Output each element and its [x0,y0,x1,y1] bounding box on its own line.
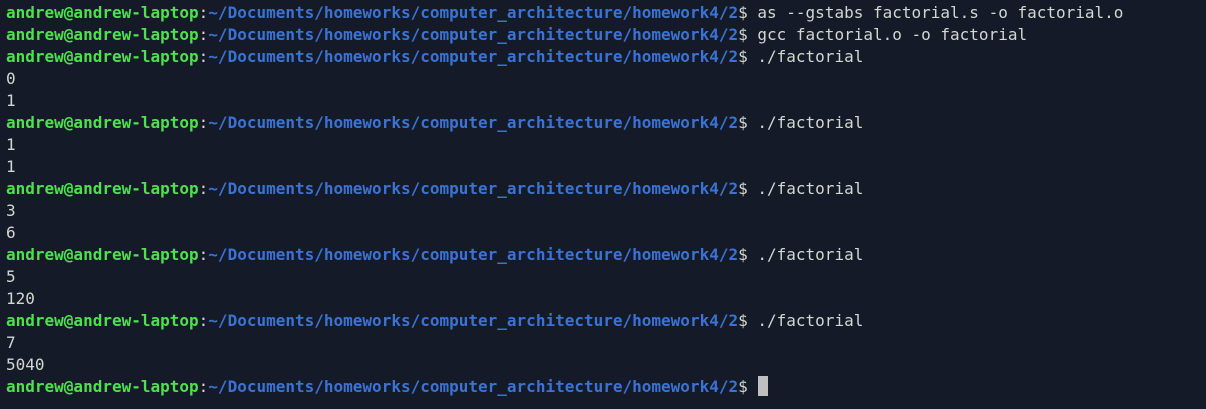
prompt-line: andrew@andrew-laptop:~/Documents/homewor… [6,376,1206,398]
terminal-window[interactable]: andrew@andrew-laptop:~/Documents/homewor… [0,0,1206,409]
prompt-path: ~/Documents/homeworks/computer_architect… [208,377,739,396]
prompt-separator: : [198,3,209,22]
prompt-separator: : [198,25,209,44]
prompt-user-host: andrew@andrew-laptop [6,179,199,198]
output-text: 5 [6,267,16,286]
output-text: 3 [6,201,16,220]
prompt-user-host: andrew@andrew-laptop [6,377,199,396]
prompt-dollar: $ [738,311,758,330]
output-line: 120 [6,288,1206,310]
prompt-separator: : [198,311,209,330]
command-text: ./factorial [757,113,864,132]
prompt-path: ~/Documents/homeworks/computer_architect… [208,113,739,132]
command-text: ./factorial [757,47,864,66]
prompt-line: andrew@andrew-laptop:~/Documents/homewor… [6,244,1206,266]
prompt-separator: : [198,377,209,396]
prompt-dollar: $ [738,47,758,66]
command-text: ./factorial [757,245,864,264]
output-text: 1 [6,157,16,176]
output-text: 1 [6,135,16,154]
prompt-path: ~/Documents/homeworks/computer_architect… [208,47,739,66]
prompt-user-host: andrew@andrew-laptop [6,25,199,44]
output-text: 6 [6,223,16,242]
prompt-dollar: $ [738,179,758,198]
prompt-user-host: andrew@andrew-laptop [6,47,199,66]
output-line: 5040 [6,354,1206,376]
prompt-line: andrew@andrew-laptop:~/Documents/homewor… [6,2,1206,24]
prompt-dollar: $ [738,25,758,44]
output-line: 0 [6,68,1206,90]
prompt-line: andrew@andrew-laptop:~/Documents/homewor… [6,112,1206,134]
output-text: 5040 [6,355,45,374]
prompt-user-host: andrew@andrew-laptop [6,113,199,132]
prompt-dollar: $ [738,3,758,22]
prompt-path: ~/Documents/homeworks/computer_architect… [208,245,739,264]
output-text: 7 [6,333,16,352]
prompt-separator: : [198,47,209,66]
command-text: as --gstabs factorial.s -o factorial.o [757,3,1124,22]
prompt-path: ~/Documents/homeworks/computer_architect… [208,311,739,330]
command-text: ./factorial [757,311,864,330]
output-text: 1 [6,91,16,110]
prompt-path: ~/Documents/homeworks/computer_architect… [208,3,739,22]
terminal-cursor[interactable] [758,376,769,396]
prompt-separator: : [198,245,209,264]
prompt-user-host: andrew@andrew-laptop [6,245,199,264]
command-text: gcc factorial.o -o factorial [757,25,1028,44]
output-line: 1 [6,156,1206,178]
prompt-line: andrew@andrew-laptop:~/Documents/homewor… [6,46,1206,68]
prompt-user-host: andrew@andrew-laptop [6,3,199,22]
output-line: 6 [6,222,1206,244]
prompt-user-host: andrew@andrew-laptop [6,311,199,330]
prompt-path: ~/Documents/homeworks/computer_architect… [208,179,739,198]
prompt-line: andrew@andrew-laptop:~/Documents/homewor… [6,24,1206,46]
output-text: 0 [6,69,16,88]
output-line: 7 [6,332,1206,354]
output-line: 1 [6,90,1206,112]
prompt-dollar: $ [738,377,758,396]
output-line: 3 [6,200,1206,222]
prompt-separator: : [198,113,209,132]
output-text: 120 [6,289,35,308]
prompt-path: ~/Documents/homeworks/computer_architect… [208,25,739,44]
prompt-dollar: $ [738,245,758,264]
prompt-dollar: $ [738,113,758,132]
output-line: 5 [6,266,1206,288]
prompt-line: andrew@andrew-laptop:~/Documents/homewor… [6,310,1206,332]
output-line: 1 [6,134,1206,156]
prompt-separator: : [198,179,209,198]
command-text: ./factorial [757,179,864,198]
prompt-line: andrew@andrew-laptop:~/Documents/homewor… [6,178,1206,200]
